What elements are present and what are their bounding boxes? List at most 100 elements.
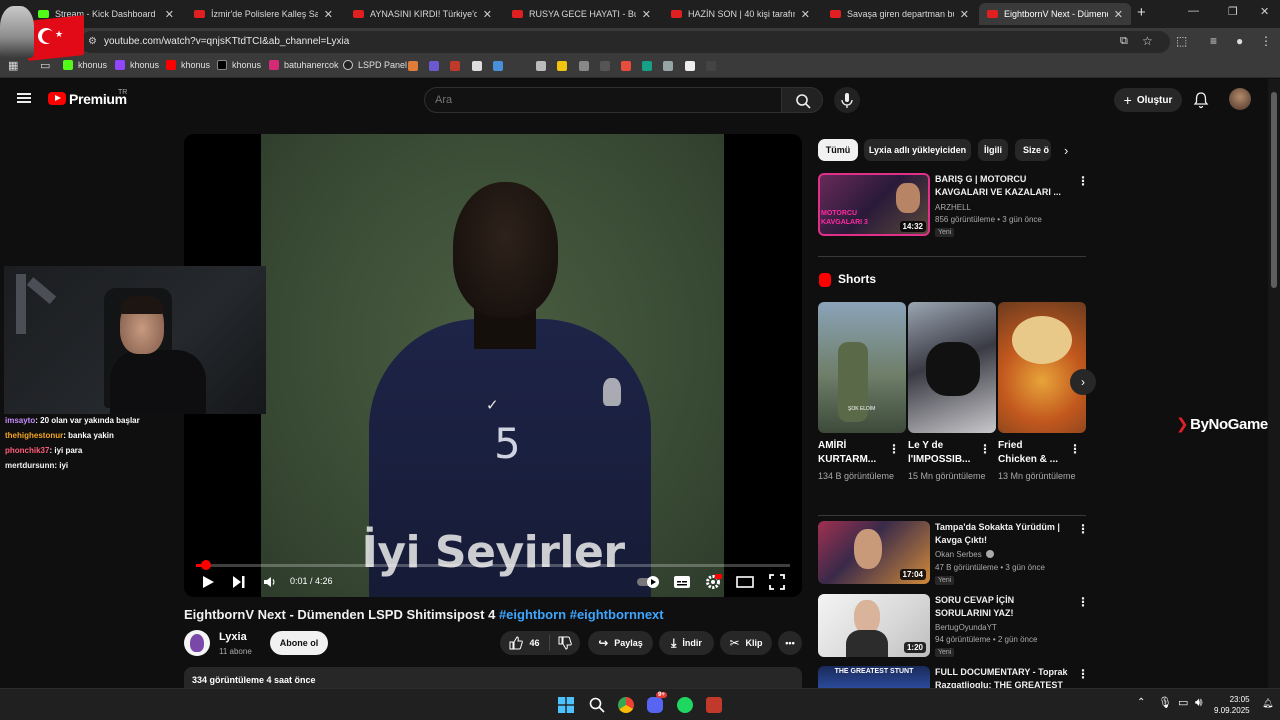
tab-rusya-gece[interactable]: RUSYA GECE HAYATI - Burada ✕ [504, 3, 659, 25]
tray-expand-icon[interactable]: ⌃ [1137, 697, 1145, 708]
tab-hazin-son[interactable]: HAZİN SON | 40 kişi tarafından ✕ [663, 3, 818, 25]
close-window-icon[interactable]: ✕ [1260, 5, 1269, 18]
short-title-1[interactable]: AMİRİ KURTARM... [818, 439, 884, 467]
tab-izmir[interactable]: İzmir'de Polislere Kalleş Saldırı! ✕ [186, 3, 341, 25]
rec-title-4[interactable]: FULL DOCUMENTARY - Toprak Razgatlioglu: … [935, 666, 1071, 688]
more-options-icon[interactable]: ⋮ [1077, 174, 1089, 188]
more-actions-button[interactable]: ••• [778, 631, 802, 655]
bookmark-star-icon[interactable]: ☆ [1142, 34, 1153, 48]
shorts-next-button[interactable]: › [1070, 369, 1096, 395]
more-options-icon[interactable]: ⋮ [979, 442, 991, 456]
rec-thumbnail-3[interactable]: 1:20 [818, 594, 930, 657]
subtitles-icon[interactable] [673, 574, 691, 590]
bookmark-batuhanercok[interactable]: batuhanercok [269, 60, 339, 70]
rec-channel-3[interactable]: BertugOyundaYT [935, 622, 997, 634]
bookmark-icon[interactable] [536, 61, 546, 71]
maximize-icon[interactable]: ❐ [1228, 5, 1238, 18]
minimize-icon[interactable]: — [1188, 5, 1199, 17]
create-button[interactable]: + Oluştur [1114, 88, 1182, 112]
bookmark-icon[interactable] [685, 61, 695, 71]
subscribe-button[interactable]: Abone ol [270, 631, 328, 655]
tab-close-icon[interactable]: ✕ [165, 8, 174, 21]
next-video-icon[interactable] [231, 574, 247, 590]
tab-close-icon[interactable]: ✕ [324, 8, 333, 21]
tab-eightbornv-active[interactable]: EightbornV Next - Dümenden ✕ [979, 3, 1131, 25]
bookmark-icon[interactable] [642, 61, 652, 71]
play-icon[interactable] [200, 574, 216, 590]
menu-icon[interactable] [17, 93, 31, 103]
bookmark-icon[interactable] [408, 61, 418, 71]
spotify-icon[interactable] [677, 697, 693, 713]
bookmark-icon[interactable] [706, 61, 716, 71]
extensions-icon[interactable]: ⬚ [1176, 34, 1187, 48]
windows-start-icon[interactable] [558, 697, 574, 713]
search-input[interactable] [424, 87, 782, 113]
tab-aynasini-kirdi[interactable]: AYNASINI KIRDI! Türkiye'de Ya ✕ [345, 3, 500, 25]
profile-icon[interactable]: ● [1236, 34, 1243, 48]
tab-close-icon[interactable]: ✕ [483, 8, 492, 21]
install-app-icon[interactable]: ⧉ [1120, 35, 1128, 48]
reading-list-icon[interactable]: ≡ [1210, 34, 1217, 48]
settings-gear-icon[interactable] [704, 574, 722, 590]
search-icon[interactable] [589, 697, 605, 713]
more-options-icon[interactable]: ⋮ [1077, 522, 1089, 536]
rec-thumbnail-4[interactable]: THE GREATEST STUNT [818, 666, 930, 688]
video-player[interactable]: ✓ 5 İyi Seyirler 0:01 / 4:26 [184, 134, 802, 597]
rec-channel-1[interactable]: ARZHELL [935, 202, 971, 214]
discord-icon[interactable]: 9+ [647, 692, 667, 713]
chip-for-you[interactable]: Size ö [1015, 139, 1051, 161]
channel-avatar[interactable] [184, 630, 210, 656]
chips-next-icon[interactable]: › [1064, 143, 1068, 158]
bookmark-icon[interactable] [663, 61, 673, 71]
bookmark-icon[interactable] [450, 61, 460, 71]
short-title-3[interactable]: Fried Chicken & ... [998, 439, 1064, 467]
chrome-icon[interactable] [618, 697, 634, 713]
voice-search-button[interactable] [834, 87, 860, 113]
volume-tray-icon[interactable]: 🔊︎ [1195, 695, 1203, 710]
tab-close-icon[interactable]: ✕ [1114, 8, 1123, 21]
browser-menu-icon[interactable]: ⋮ [1260, 34, 1272, 48]
tab-savasa-giren[interactable]: Savaşa giren departman bu işte ✕ [822, 3, 977, 25]
notifications-center-icon[interactable]: 🔔︎ [1262, 698, 1273, 709]
bookmark-icon[interactable] [621, 61, 631, 71]
bookmark-icon[interactable] [579, 61, 589, 71]
youtube-logo-icon[interactable] [48, 92, 66, 105]
download-button[interactable]: ⤓ İndir [659, 631, 714, 655]
rec-title-3[interactable]: SORU CEVAP İÇİN SORULARINI YAZ! [935, 594, 1071, 620]
bookmark-icon[interactable] [600, 61, 610, 71]
tab-close-icon[interactable]: ✕ [960, 8, 969, 21]
dislike-button[interactable] [550, 636, 580, 650]
video-hashtags[interactable]: #eightborn #eightbornnext [499, 607, 664, 622]
account-avatar[interactable] [1229, 88, 1251, 110]
site-info-icon[interactable]: ⚙ [88, 36, 97, 47]
chip-related[interactable]: İlgili [978, 139, 1008, 161]
clip-button[interactable]: ✂ Klip [720, 631, 772, 655]
chip-from-uploader[interactable]: Lyxia adlı yükleyiciden [864, 139, 971, 161]
rec-channel-2[interactable]: Okan Serbes [935, 549, 994, 561]
more-options-icon[interactable]: ⋮ [1069, 442, 1081, 456]
rec-title-1[interactable]: BARIŞ G | MOTORCU KAVGALARI VE KAZALARI … [935, 173, 1071, 199]
short-thumbnail-3[interactable] [998, 302, 1086, 433]
autoplay-toggle[interactable] [636, 574, 662, 590]
bookmark-khonus-twitch[interactable]: khonus [115, 60, 159, 70]
theater-mode-icon[interactable] [736, 574, 754, 590]
bookmark-lspd-panel[interactable]: LSPD Panel [343, 60, 407, 70]
scrubber-handle[interactable] [201, 560, 211, 570]
short-title-2[interactable]: Le Y de l'IMPOSSIB... [908, 439, 974, 467]
rec-thumbnail-1[interactable]: MOTORCU KAVGALARI 3 14:32 [818, 173, 930, 236]
bookmark-khonus-x[interactable]: khonus [217, 60, 261, 70]
short-thumbnail-2[interactable] [908, 302, 996, 433]
tab-close-icon[interactable]: ✕ [801, 8, 810, 21]
more-options-icon[interactable]: ⋮ [888, 442, 900, 456]
microphone-tray-icon[interactable]: 🎙︎ [1158, 696, 1172, 709]
bookmark-icon[interactable] [429, 61, 439, 71]
scrollbar-thumb[interactable] [1271, 92, 1277, 288]
bookmark-icon[interactable] [557, 61, 567, 71]
rec-thumbnail-2[interactable]: 17:04 [818, 521, 930, 584]
network-icon[interactable]: ▭ [1178, 696, 1188, 709]
search-button[interactable] [781, 87, 823, 113]
more-options-icon[interactable]: ⋮ [1077, 595, 1089, 609]
progress-bar[interactable] [196, 560, 790, 570]
more-options-icon[interactable]: ⋮ [1077, 667, 1089, 681]
address-bar[interactable]: ⚙ youtube.com/watch?v=qnjsKTtdTCI&ab_cha… [80, 31, 1170, 53]
